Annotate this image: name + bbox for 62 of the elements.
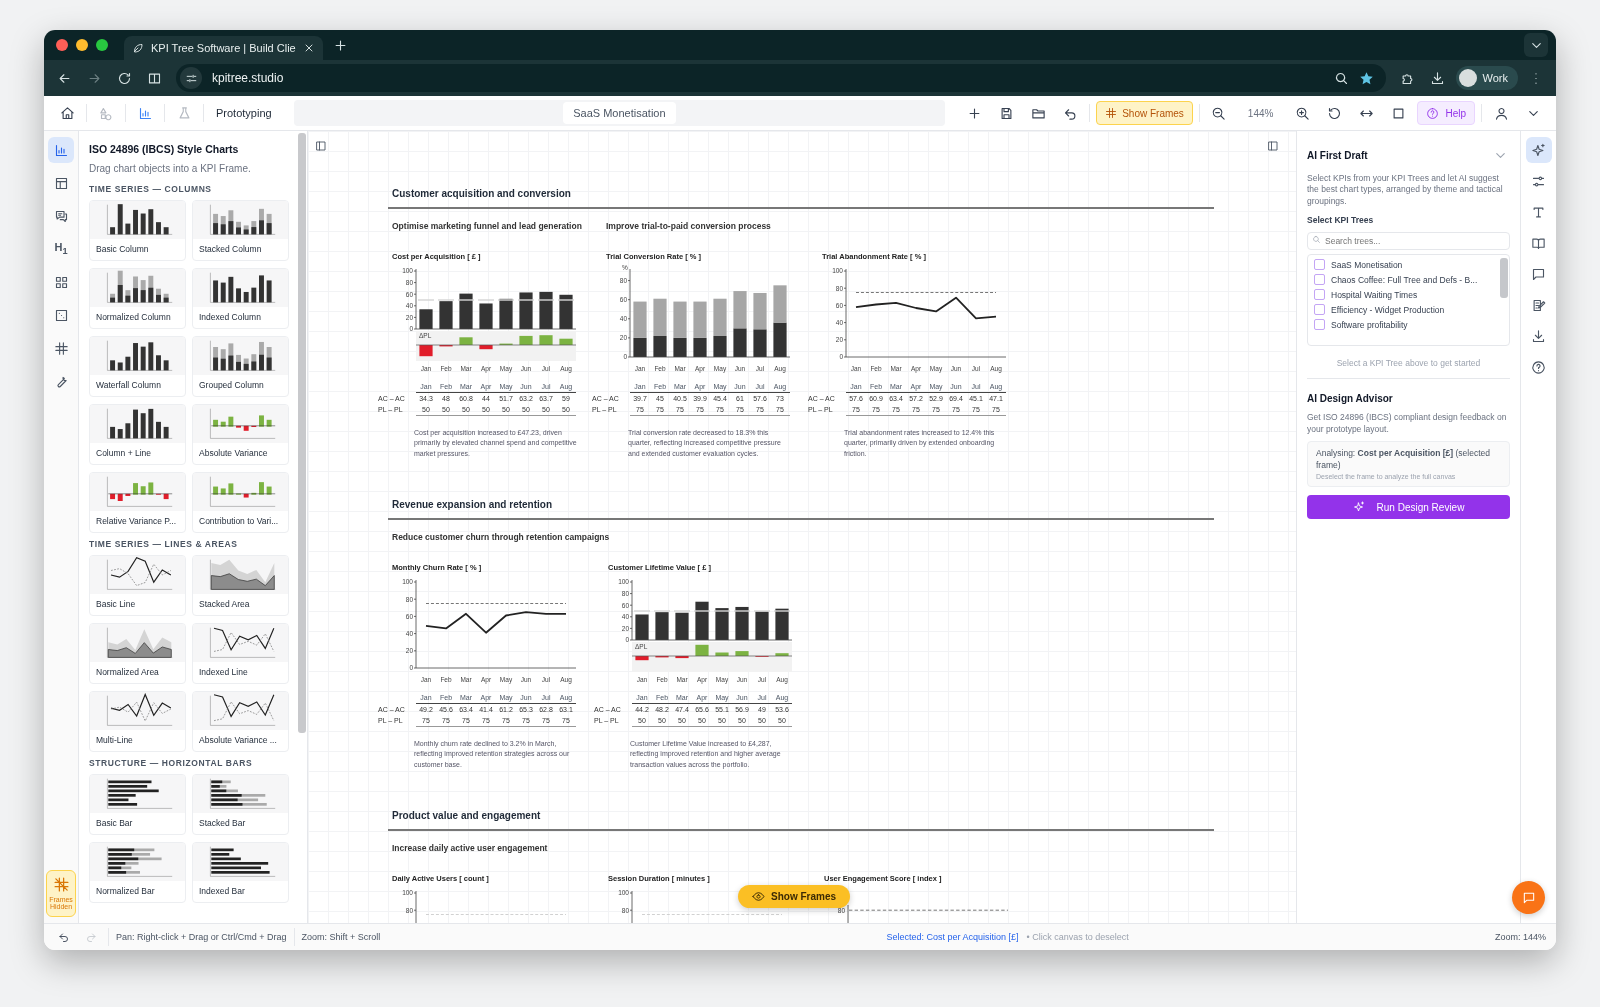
run-design-review-button[interactable]: Run Design Review: [1307, 495, 1510, 520]
chart-type-card[interactable]: Basic Column: [89, 200, 186, 261]
show-frames-button[interactable]: Show Frames: [1096, 101, 1193, 125]
document-name[interactable]: SaaS Monetisation: [563, 102, 676, 124]
group-title: Increase daily active user engagement: [392, 842, 548, 853]
selection-status: Selected: Cost per Acquisition [£]: [886, 932, 1019, 942]
help-button[interactable]: Help: [1417, 101, 1475, 125]
zoom-status: Zoom: 144%: [1494, 932, 1546, 942]
analysis-target: Analysing: Cost per Acquisition [£] (selected frame): [1316, 448, 1491, 472]
chart-type-card[interactable]: Normalized Bar: [89, 842, 186, 903]
tree-option[interactable]: Hospital Waiting Times: [1314, 289, 1493, 301]
panel-description: Select KPIs from your KPI Trees and let AI suggest the best chart types, arranged by theme and tactical groupings.: [1307, 173, 1504, 208]
chart-type-card[interactable]: Stacked Area: [192, 555, 289, 616]
tree-option[interactable]: Chaos Coffee: Full Tree and Defs - B...: [1314, 274, 1493, 286]
chart-type-card[interactable]: Absolute Variance ...: [192, 691, 289, 752]
section-heading: TIME SERIES — LINES & AREAS: [89, 539, 239, 549]
zoom-hint: Zoom: Shift + Scroll: [301, 932, 381, 942]
panel-hint: Drag chart objects into a KPI Frame.: [89, 163, 252, 174]
section-title: Product value and engagement: [392, 810, 541, 822]
browser-tab[interactable]: KPI Tree Software | Build Clie: [124, 36, 323, 60]
section-title: Customer acquisition and conversion: [392, 188, 571, 199]
section-title: Revenue expansion and retention: [392, 499, 553, 511]
tree-option[interactable]: Software profitability: [1314, 319, 1493, 331]
chart-type-card[interactable]: Normalized Column: [89, 268, 186, 329]
chart-type-card[interactable]: Relative Variance P...: [89, 472, 186, 533]
panel-description: Get ISO 24896 (IBCS) compliant design feedback on your prototype layout.: [1307, 412, 1508, 436]
group-title: Improve trial-to-paid conversion process: [606, 220, 771, 231]
field-label: Select KPI Trees: [1307, 215, 1375, 226]
heading-tab[interactable]: H$_{1}$: [48, 236, 74, 262]
chart-type-card[interactable]: Indexed Column: [192, 268, 289, 329]
chart-type-card[interactable]: Basic Bar: [89, 774, 186, 835]
empty-hint: Select a KPI Tree above to get started: [1335, 358, 1482, 369]
deselect-hint: • Click canvas to deselect: [1026, 932, 1129, 942]
chart-type-card[interactable]: Column + Line: [89, 404, 186, 465]
group-title: Reduce customer churn through retention campaigns: [392, 531, 610, 542]
panel-title: AI Design Advisor: [1307, 393, 1394, 405]
mode-label: Prototyping: [215, 107, 273, 119]
search-field[interactable]: Search trees...: [1307, 232, 1510, 251]
profile-button[interactable]: Work: [1455, 66, 1518, 90]
section-heading: TIME SERIES — COLUMNS: [89, 184, 213, 194]
url-text: kpitree.studio: [212, 71, 284, 85]
chart-type-card[interactable]: Absolute Variance: [192, 404, 289, 465]
chart-type-card[interactable]: Stacked Column: [192, 200, 289, 261]
panel-title: AI First Draft: [1307, 149, 1368, 161]
panel-title: ISO 24896 (IBCS) Style Charts: [89, 143, 240, 155]
show-frames-button[interactable]: Show Frames: [738, 885, 851, 908]
section-heading: STRUCTURE — HORIZONTAL BARS: [89, 758, 254, 768]
chart-type-card[interactable]: Basic Line: [89, 555, 186, 616]
pan-hint: Pan: Right-click + Drag or Ctrl/Cmd + Drag: [116, 932, 287, 942]
address-bar[interactable]: kpitree.studio: [176, 64, 1386, 92]
chart-type-card[interactable]: Indexed Line: [192, 623, 289, 684]
chart-type-card[interactable]: Normalized Area: [89, 623, 186, 684]
zoom-level: 144%: [1246, 107, 1275, 119]
chart-type-card[interactable]: Grouped Column: [192, 336, 289, 397]
chart-type-card[interactable]: Stacked Bar: [192, 774, 289, 835]
group-title: Optimise marketing funnel and lead generation: [392, 220, 582, 231]
tree-option[interactable]: SaaS Monetisation: [1314, 259, 1493, 271]
chart-type-card[interactable]: Indexed Bar: [192, 842, 289, 903]
chart-type-card[interactable]: Waterfall Column: [89, 336, 186, 397]
chart-type-card[interactable]: Multi-Line: [89, 691, 186, 752]
tree-option[interactable]: Efficiency - Widget Production: [1314, 304, 1493, 316]
chart-type-card[interactable]: Contribution to Vari...: [192, 472, 289, 533]
